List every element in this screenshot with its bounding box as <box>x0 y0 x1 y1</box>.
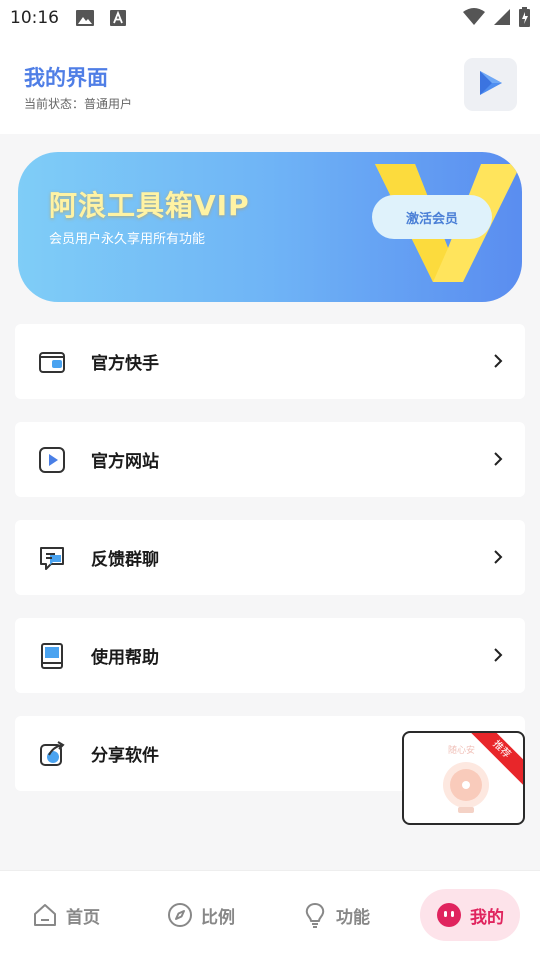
chevron-right-icon <box>493 451 503 471</box>
nav-item-mine[interactable]: 我的 <box>420 889 520 941</box>
vip-banner[interactable]: 阿浪工具箱VIP 会员用户永久享用所有功能 激活会员 <box>18 152 522 302</box>
nav-item-home[interactable]: 首页 <box>32 889 100 941</box>
user-status: 当前状态：普通用户 <box>24 95 132 112</box>
bottom-nav: 首页 比例 功能 我的 <box>0 870 540 960</box>
menu-item-feedback-group[interactable]: 反馈群聊 <box>15 520 525 595</box>
wifi-icon <box>463 8 485 30</box>
share-icon <box>37 739 67 769</box>
menu-item-website[interactable]: 官方网站 <box>15 422 525 497</box>
nav-item-ratio[interactable]: 比例 <box>167 889 235 941</box>
fan-illustration-icon <box>440 761 492 819</box>
battery-icon <box>519 7 530 31</box>
home-icon <box>32 902 58 928</box>
user-status-value: 普通用户 <box>84 97 133 111</box>
compass-icon <box>167 902 193 928</box>
ad-caption: 随心安 <box>448 746 476 756</box>
nav-item-label: 功能 <box>336 907 370 928</box>
book-icon <box>37 641 67 671</box>
play-store-button[interactable] <box>464 58 517 111</box>
status-time: 10:16 <box>10 8 59 28</box>
chevron-right-icon <box>493 647 503 667</box>
menu-item-label: 使用帮助 <box>91 648 159 668</box>
menu-item-kuaishou[interactable]: 官方快手 <box>15 324 525 399</box>
nav-item-label: 比例 <box>201 907 235 928</box>
video-icon <box>37 445 67 475</box>
chevron-right-icon <box>493 549 503 569</box>
wallet-icon <box>37 347 67 377</box>
status-bar: 10:16 <box>0 0 540 36</box>
profile-face-icon <box>436 902 462 928</box>
floating-ad[interactable]: 推荐 随心安 <box>402 731 525 825</box>
menu-item-label: 反馈群聊 <box>91 550 159 570</box>
menu-item-label: 分享软件 <box>91 746 159 766</box>
vip-title: 阿浪工具箱VIP <box>49 189 250 222</box>
menu-item-label: 官方网站 <box>91 452 159 472</box>
a-icon <box>110 10 126 30</box>
menu-item-help[interactable]: 使用帮助 <box>15 618 525 693</box>
play-icon <box>478 69 504 101</box>
nav-item-features[interactable]: 功能 <box>302 889 370 941</box>
vip-subtitle: 会员用户永久享用所有功能 <box>49 232 206 247</box>
user-status-label: 当前状态： <box>24 97 85 111</box>
image-icon <box>76 10 94 30</box>
nav-item-label: 我的 <box>470 907 504 928</box>
bulb-icon <box>302 902 328 928</box>
menu-item-label: 官方快手 <box>91 354 159 374</box>
signal-icon <box>493 8 511 30</box>
activate-vip-button[interactable]: 激活会员 <box>372 195 492 239</box>
nav-item-label: 首页 <box>66 907 100 928</box>
page-title: 我的界面 <box>24 66 108 90</box>
chat-icon <box>37 543 67 573</box>
chevron-right-icon <box>493 353 503 373</box>
header: 我的界面 当前状态：普通用户 <box>0 36 540 134</box>
